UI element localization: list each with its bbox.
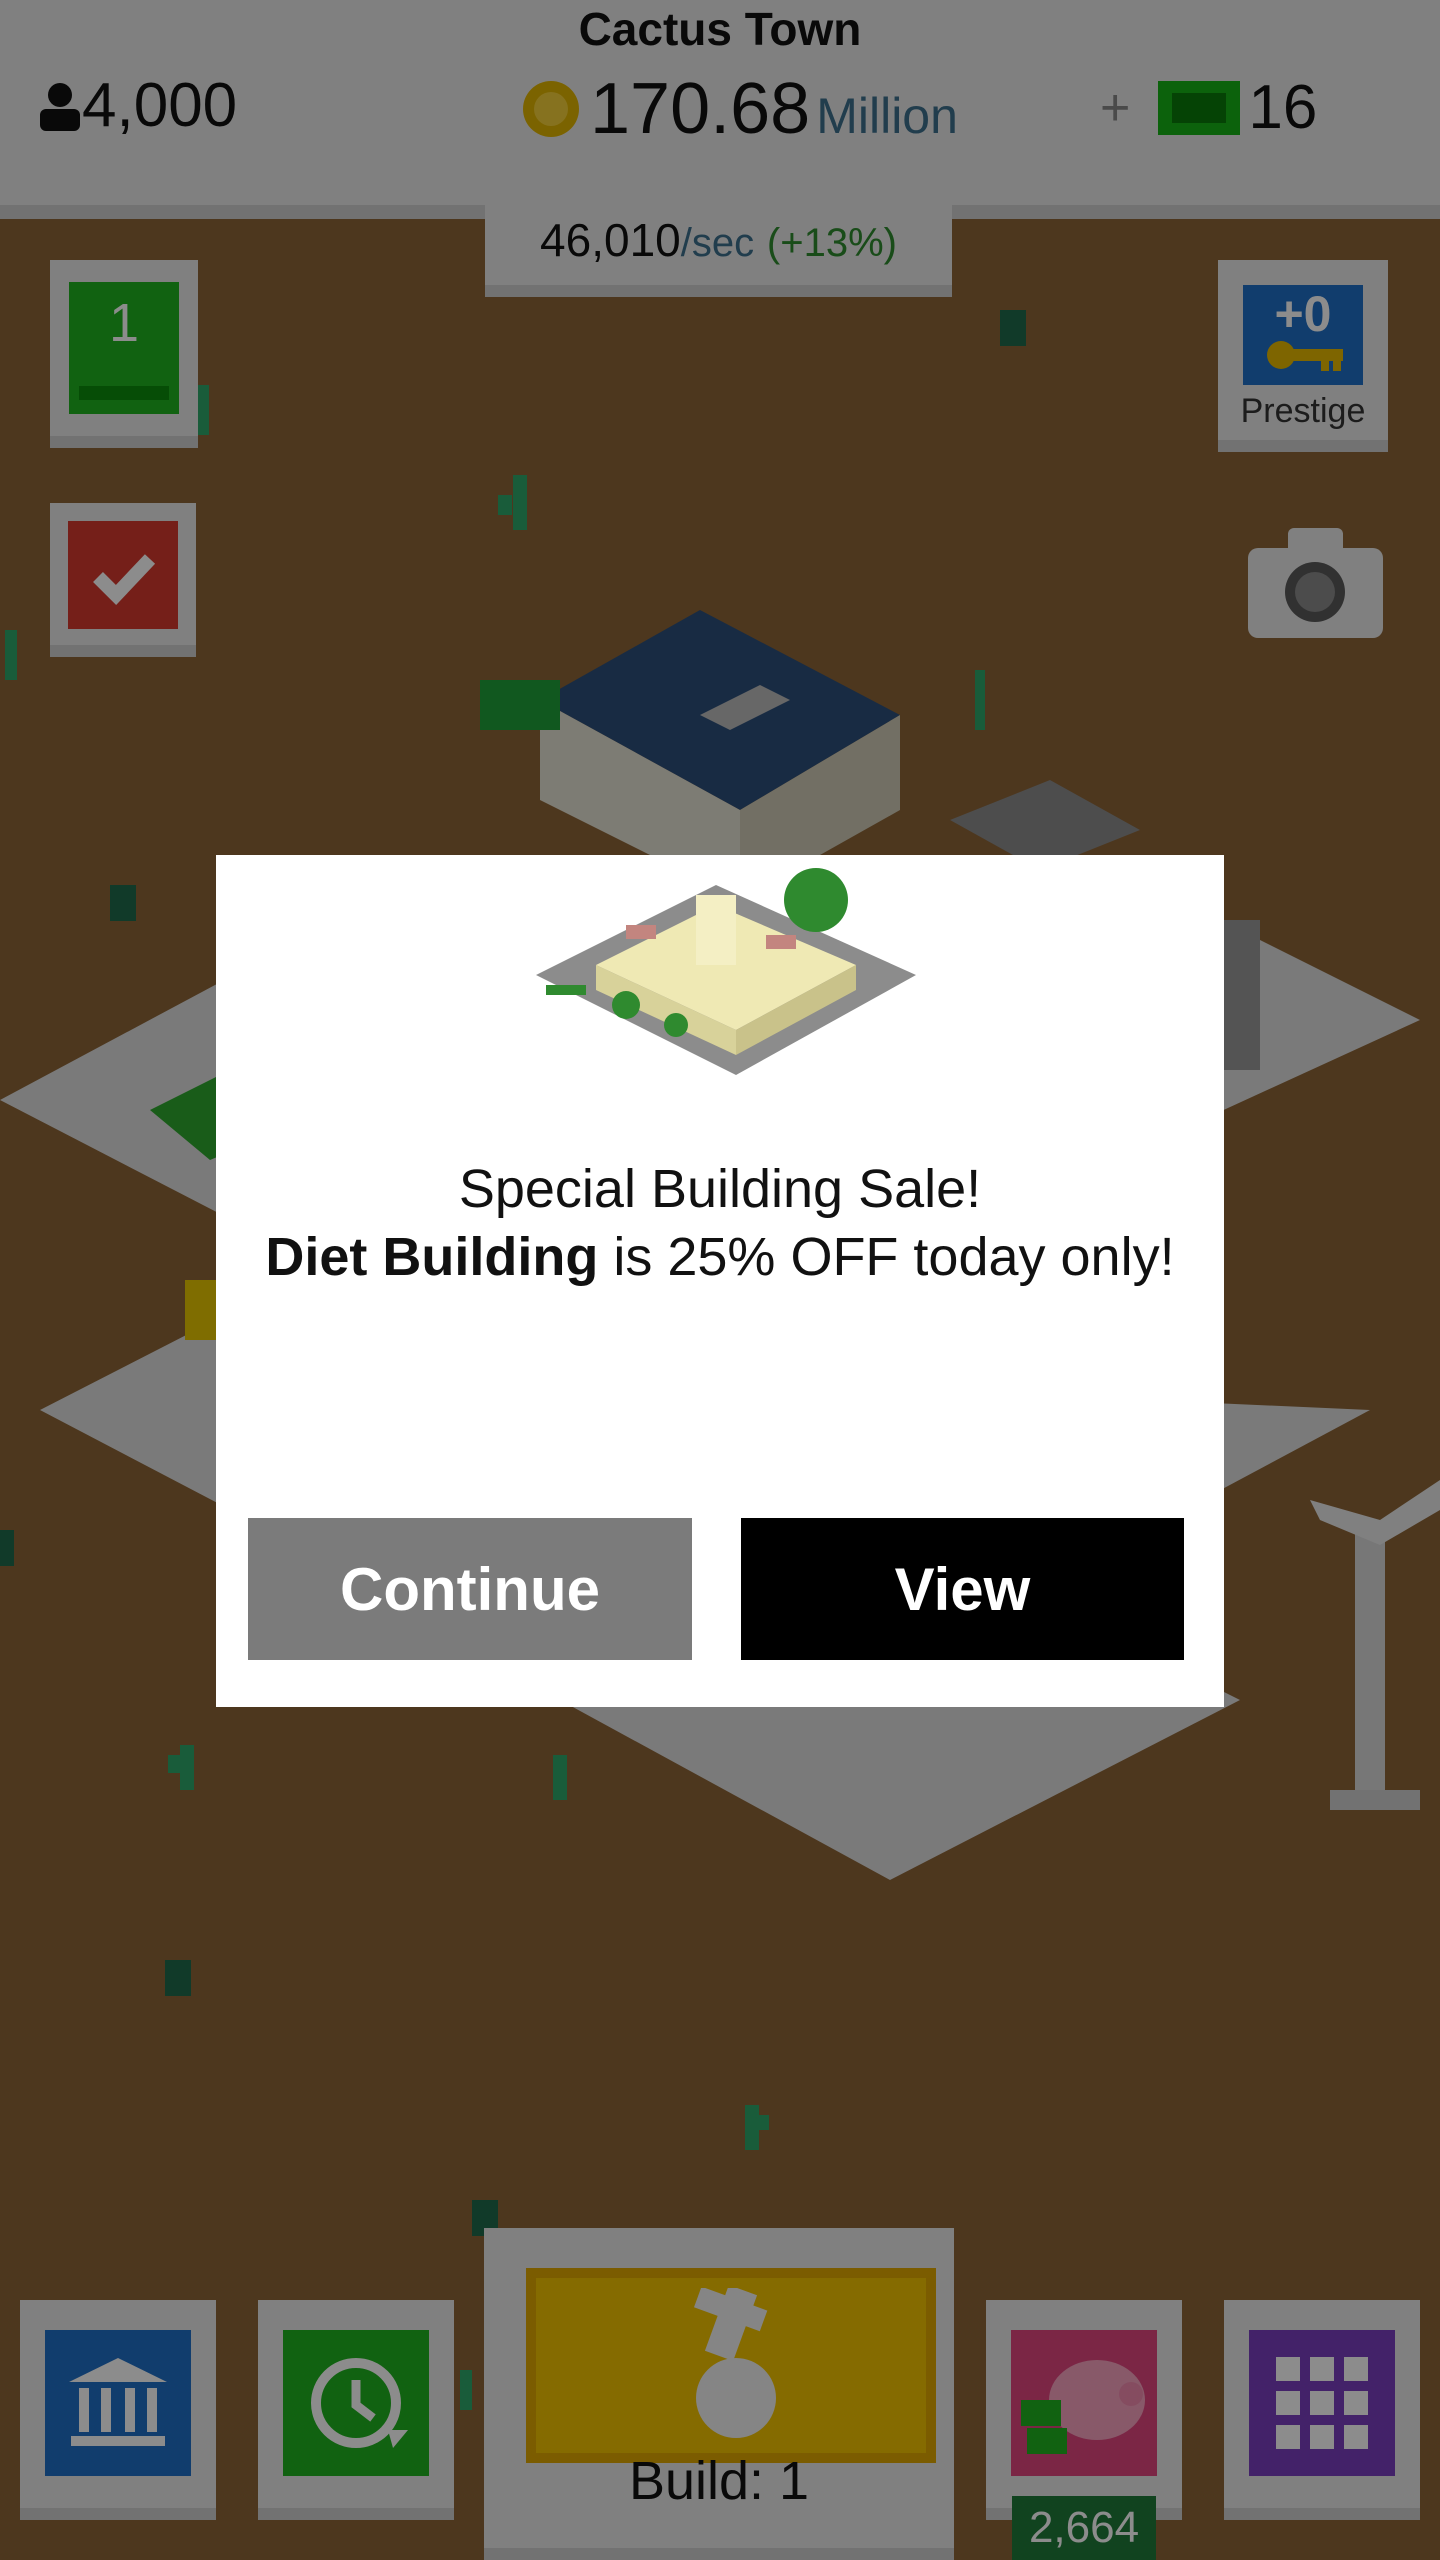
view-button[interactable]: View [741,1518,1184,1660]
sale-detail: Diet Building is 25% OFF today only! [216,1223,1224,1291]
sale-dialog: Special Building Sale! Diet Building is … [216,855,1224,1707]
sale-message: Special Building Sale! Diet Building is … [216,1155,1224,1291]
sale-discount-text: is 25% OFF today only! [598,1227,1175,1287]
building-preview-image [536,868,916,1075]
continue-button[interactable]: Continue [248,1518,692,1660]
sale-title: Special Building Sale! [458,1159,982,1219]
sale-building-name: Diet Building [265,1227,599,1287]
